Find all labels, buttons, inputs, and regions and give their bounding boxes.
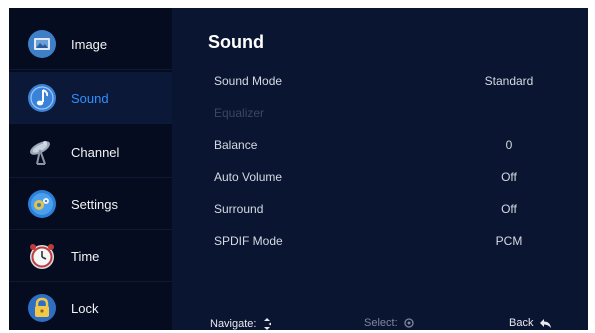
back-hint: Back [509,317,552,329]
menu-row-equalizer: Equalizer [214,106,584,126]
ok-button-icon [403,318,414,328]
back-label: Back [509,317,534,329]
menu-row-surround[interactable]: Surround Off [214,202,584,222]
row-value: PCM [495,234,523,248]
row-label: SPDIF Mode [214,234,283,248]
select-hint: Select: [364,317,414,329]
page-title: Sound [208,32,264,52]
row-value: Off [501,202,517,216]
row-label: Balance [214,138,258,152]
main-panel: Sound Sound Mode Standard Equalizer Bala… [172,8,588,330]
divider [9,123,172,124]
sidebar-item-label: Channel [71,144,120,160]
sidebar-item-time[interactable]: Time [9,230,172,282]
navigate-arrows-icon [262,317,272,330]
sidebar-item-image[interactable]: Image [9,18,172,70]
sidebar-item-channel[interactable]: Channel [9,126,172,178]
music-note-icon [25,81,59,115]
row-label: Sound Mode [214,74,283,88]
satellite-dish-icon [25,135,59,169]
menu-row-balance[interactable]: Balance 0 [214,138,584,158]
sidebar-item-label: Lock [71,300,99,316]
navigate-hint: Navigate: [210,317,272,330]
sidebar-item-label: Image [71,36,108,52]
navigate-label: Navigate: [210,318,257,330]
sidebar-item-lock[interactable]: Lock [9,282,172,330]
gear-icon [25,187,59,221]
sidebar-item-label: Sound [71,90,109,106]
sidebar-item-label: Time [71,248,100,264]
row-value: Off [501,170,517,184]
row-label: Auto Volume [214,170,283,184]
menu-row-spdif-mode[interactable]: SPDIF Mode PCM [214,234,584,254]
sidebar-item-label: Settings [71,196,118,212]
row-value: Standard [484,74,534,88]
row-label: Equalizer [214,106,265,120]
row-label: Surround [214,202,264,216]
menu-row-sound-mode[interactable]: Sound Mode Standard [214,74,584,94]
return-arrow-icon [539,318,552,329]
sidebar-item-settings[interactable]: Settings [9,178,172,230]
clock-icon [25,239,59,273]
image-icon [25,27,59,61]
menu-row-auto-volume[interactable]: Auto Volume Off [214,170,584,190]
row-value: 0 [505,138,513,152]
tv-menu-screen: Image Sound Channel Settings Time Lock S… [9,8,588,330]
sidebar: Image Sound Channel Settings Time Lock [9,8,172,330]
sidebar-item-sound[interactable]: Sound [9,72,172,124]
select-label: Select: [364,317,398,329]
divider [9,69,172,70]
padlock-icon [25,291,59,325]
